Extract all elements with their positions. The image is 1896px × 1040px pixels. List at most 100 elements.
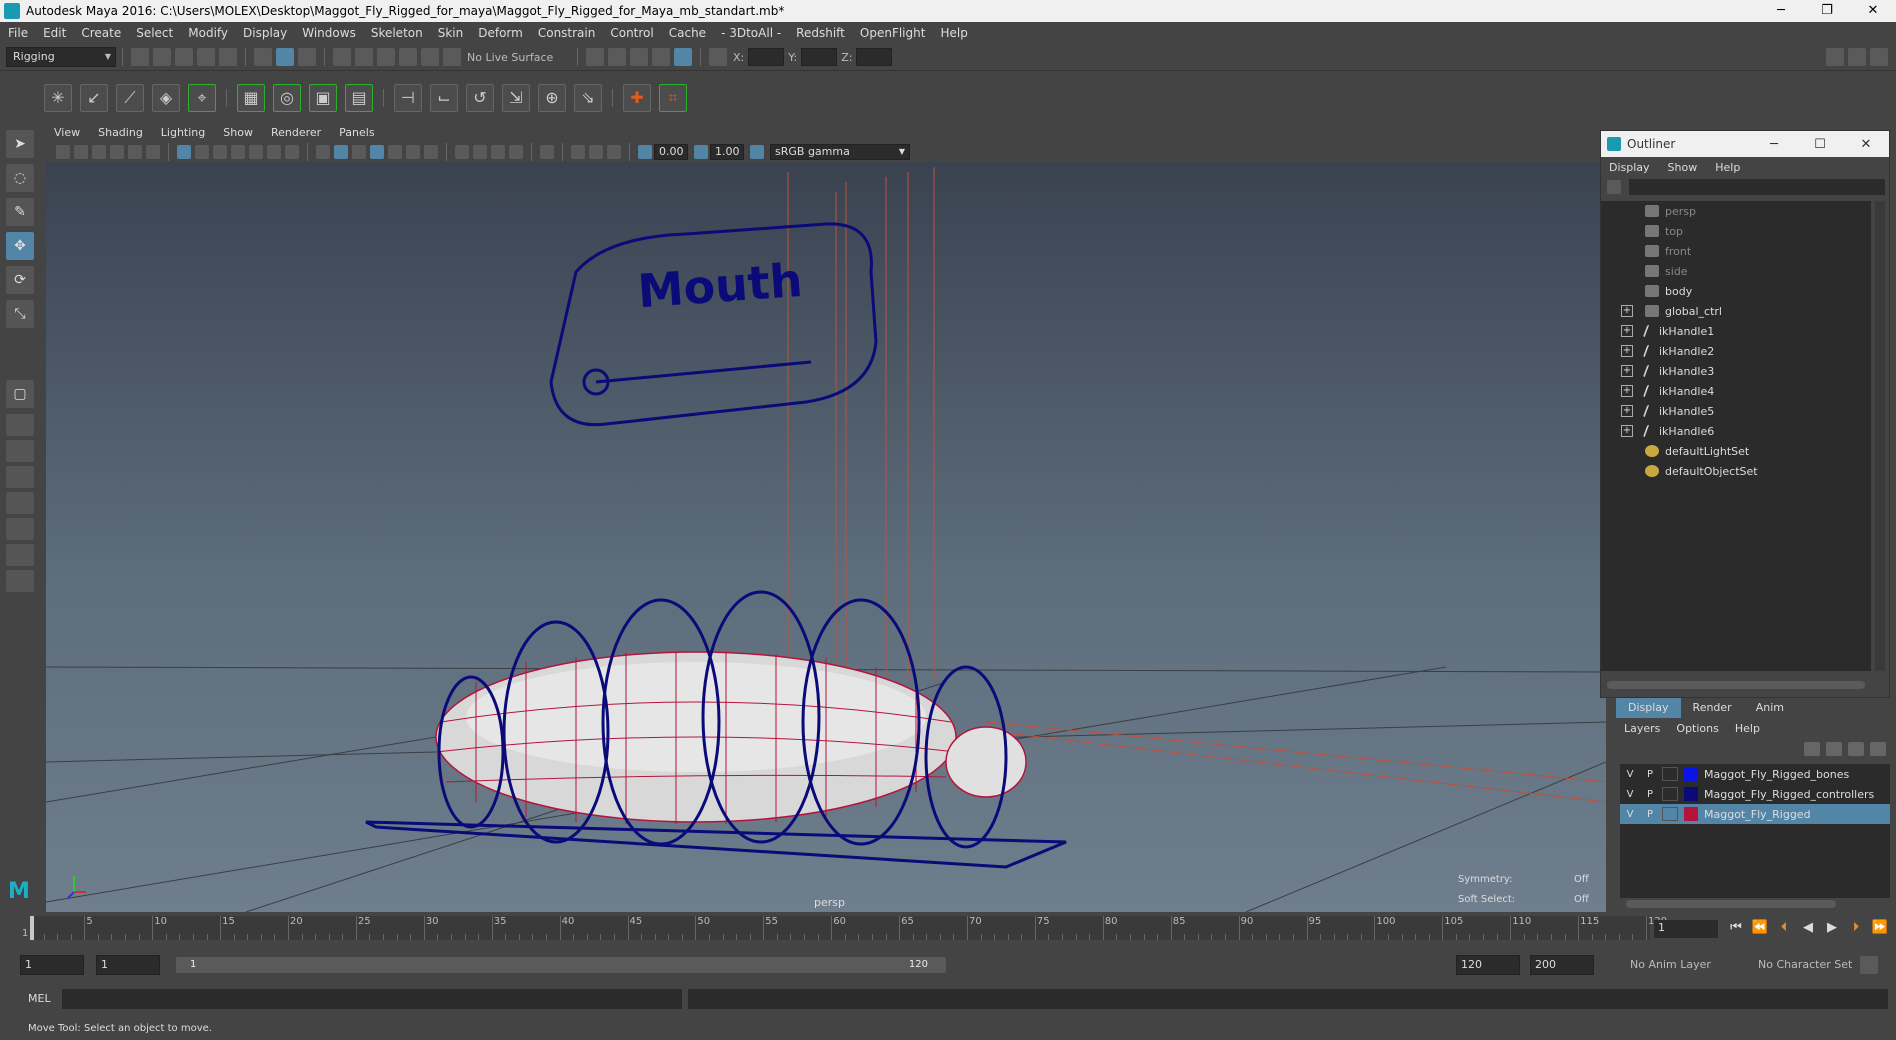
menu-control[interactable]: Control (610, 26, 653, 40)
select-tool-icon[interactable]: ➤ (6, 130, 34, 158)
gamma-field[interactable]: 1.00 (710, 144, 744, 160)
menu-skeleton[interactable]: Skeleton (371, 26, 423, 40)
menu-3dtoall[interactable]: - 3DtoAll - (721, 26, 781, 40)
snap-point-icon[interactable] (377, 48, 395, 66)
orient-constraint-icon[interactable]: ↺ (466, 83, 494, 112)
move-layer-up-icon[interactable] (1804, 742, 1820, 756)
redo-icon[interactable] (219, 48, 237, 66)
hypershade-icon[interactable] (674, 48, 692, 66)
ik-handle-icon[interactable]: ↙ (80, 83, 108, 112)
attribute-editor-icon[interactable] (1848, 48, 1866, 66)
grid-toggle-icon[interactable] (177, 145, 191, 159)
render-view-icon[interactable] (586, 48, 604, 66)
layer-tab-render[interactable]: Render (1681, 698, 1744, 718)
outliner-item[interactable]: defaultObjectSet (1601, 461, 1871, 481)
bookmark-icon[interactable] (92, 145, 106, 159)
auto-key-icon[interactable] (1860, 956, 1878, 974)
camera-attributes-icon[interactable] (74, 145, 88, 159)
exposure-field[interactable]: 0.00 (654, 144, 688, 160)
wireframe-on-shaded-icon[interactable] (370, 145, 384, 159)
xray-icon[interactable] (388, 145, 402, 159)
z-field[interactable] (856, 48, 893, 66)
menu-openflight[interactable]: OpenFlight (860, 26, 926, 40)
mirror-joint-icon[interactable]: ✚ (623, 83, 651, 112)
expand-icon[interactable]: + (1621, 385, 1633, 397)
outliner-item[interactable]: top (1601, 221, 1871, 241)
panel-menu-renderer[interactable]: Renderer (271, 126, 321, 139)
four-view-layout-icon[interactable] (6, 414, 34, 436)
blend-shape-icon[interactable]: ▤ (345, 83, 373, 112)
layer-menu-layers[interactable]: Layers (1624, 722, 1660, 735)
y-field[interactable] (801, 48, 838, 66)
layer-tab-anim[interactable]: Anim (1744, 698, 1796, 718)
layer-scrollbar[interactable] (1626, 900, 1836, 908)
outliner-close-button[interactable]: ✕ (1843, 137, 1889, 152)
ik-spline-icon[interactable]: ⟋ (116, 83, 144, 112)
outliner-item[interactable]: + ikHandle5 (1601, 401, 1871, 421)
time-slider-track[interactable]: 5 10 15 20 25 30 35 40 45 50 55 60 65 70 75 80 85 90 95 100… (22, 916, 1667, 940)
pole-vector-icon[interactable]: ⇘ (574, 83, 602, 112)
outliner-menu-help[interactable]: Help (1715, 161, 1740, 174)
new-layer-selected-icon[interactable] (1870, 742, 1886, 756)
menu-constrain[interactable]: Constrain (538, 26, 596, 40)
outliner-item[interactable]: body (1601, 281, 1871, 301)
layer-row[interactable]: V P Maggot_Fly_Rigged_controllers (1620, 784, 1890, 804)
menu-create[interactable]: Create (81, 26, 121, 40)
use-default-material-icon[interactable] (352, 145, 366, 159)
restore-button[interactable]: ❐ (1804, 0, 1850, 22)
scale-constraint-icon[interactable]: ⇲ (502, 83, 530, 112)
field-chart-icon[interactable] (249, 145, 263, 159)
custom-layout-icon[interactable] (6, 544, 34, 566)
step-forward-icon[interactable]: ⏩ (1870, 918, 1890, 938)
expand-icon[interactable]: + (1621, 345, 1633, 357)
outliner-item[interactable]: + ikHandle1 (1601, 321, 1871, 341)
menu-cache[interactable]: Cache (669, 26, 706, 40)
panel-menu-show[interactable]: Show (223, 126, 253, 139)
grease-pencil-icon[interactable] (146, 145, 160, 159)
layer-menu-options[interactable]: Options (1676, 722, 1718, 735)
color-space-dropdown[interactable]: sRGB gamma (770, 144, 910, 160)
isolate-select-icon[interactable] (540, 145, 554, 159)
new-empty-layer-icon[interactable] (1848, 742, 1864, 756)
play-forward-icon[interactable]: ▶ (1822, 918, 1842, 938)
layer-row[interactable]: V P Maggot_Fly_Rigged (1620, 804, 1890, 824)
expand-icon[interactable]: + (1621, 365, 1633, 377)
move-layer-down-icon[interactable] (1826, 742, 1842, 756)
perspective-viewport[interactable]: Mouth persp Symmetry: Off Soft Select: O… (46, 162, 1606, 912)
transform-mode-icon[interactable] (709, 48, 727, 66)
lattice-icon[interactable]: ◎ (273, 83, 301, 112)
outliner-menu-display[interactable]: Display (1609, 161, 1650, 174)
menu-help[interactable]: Help (940, 26, 967, 40)
layer-tab-display[interactable]: Display (1616, 698, 1681, 718)
outliner-maximize-button[interactable]: ☐ (1797, 137, 1843, 152)
render-frame-icon[interactable] (608, 48, 626, 66)
paint-select-icon[interactable]: ✎ (6, 198, 34, 226)
open-scene-icon[interactable] (153, 48, 171, 66)
locator-icon[interactable]: ⌖ (188, 83, 216, 112)
panel-menu-view[interactable]: View (54, 126, 80, 139)
playback-end-field[interactable]: 120 (1456, 955, 1520, 975)
exposure-icon[interactable] (638, 145, 652, 159)
ipr-render-icon[interactable] (630, 48, 648, 66)
depth-of-field-icon[interactable] (607, 145, 621, 159)
aim-constraint-icon[interactable]: ⊕ (538, 83, 566, 112)
snap-view-icon[interactable] (399, 48, 417, 66)
panel-menu-panels[interactable]: Panels (339, 126, 374, 139)
select-component-icon[interactable] (298, 48, 316, 66)
layer-visibility-toggle[interactable]: V (1620, 809, 1640, 820)
ambient-occlusion-icon[interactable] (491, 145, 505, 159)
color-management-icon[interactable] (750, 145, 764, 159)
outliner-item[interactable]: + ikHandle4 (1601, 381, 1871, 401)
motion-blur-icon[interactable] (509, 145, 523, 159)
wireframe-icon[interactable] (316, 145, 330, 159)
outliner-item[interactable]: + global_ctrl (1601, 301, 1871, 321)
x-field[interactable] (748, 48, 785, 66)
menu-skin[interactable]: Skin (438, 26, 464, 40)
current-frame-field[interactable]: 1 (1654, 920, 1718, 938)
modeling-toolkit-icon[interactable] (1826, 48, 1844, 66)
layer-playback-toggle[interactable]: P (1640, 789, 1660, 800)
film-gate-icon[interactable] (195, 145, 209, 159)
wrap-icon[interactable]: ▣ (309, 83, 337, 112)
range-slider-bar[interactable]: 1 120 (176, 957, 946, 973)
rotate-tool-icon[interactable]: ⟳ (6, 266, 34, 294)
